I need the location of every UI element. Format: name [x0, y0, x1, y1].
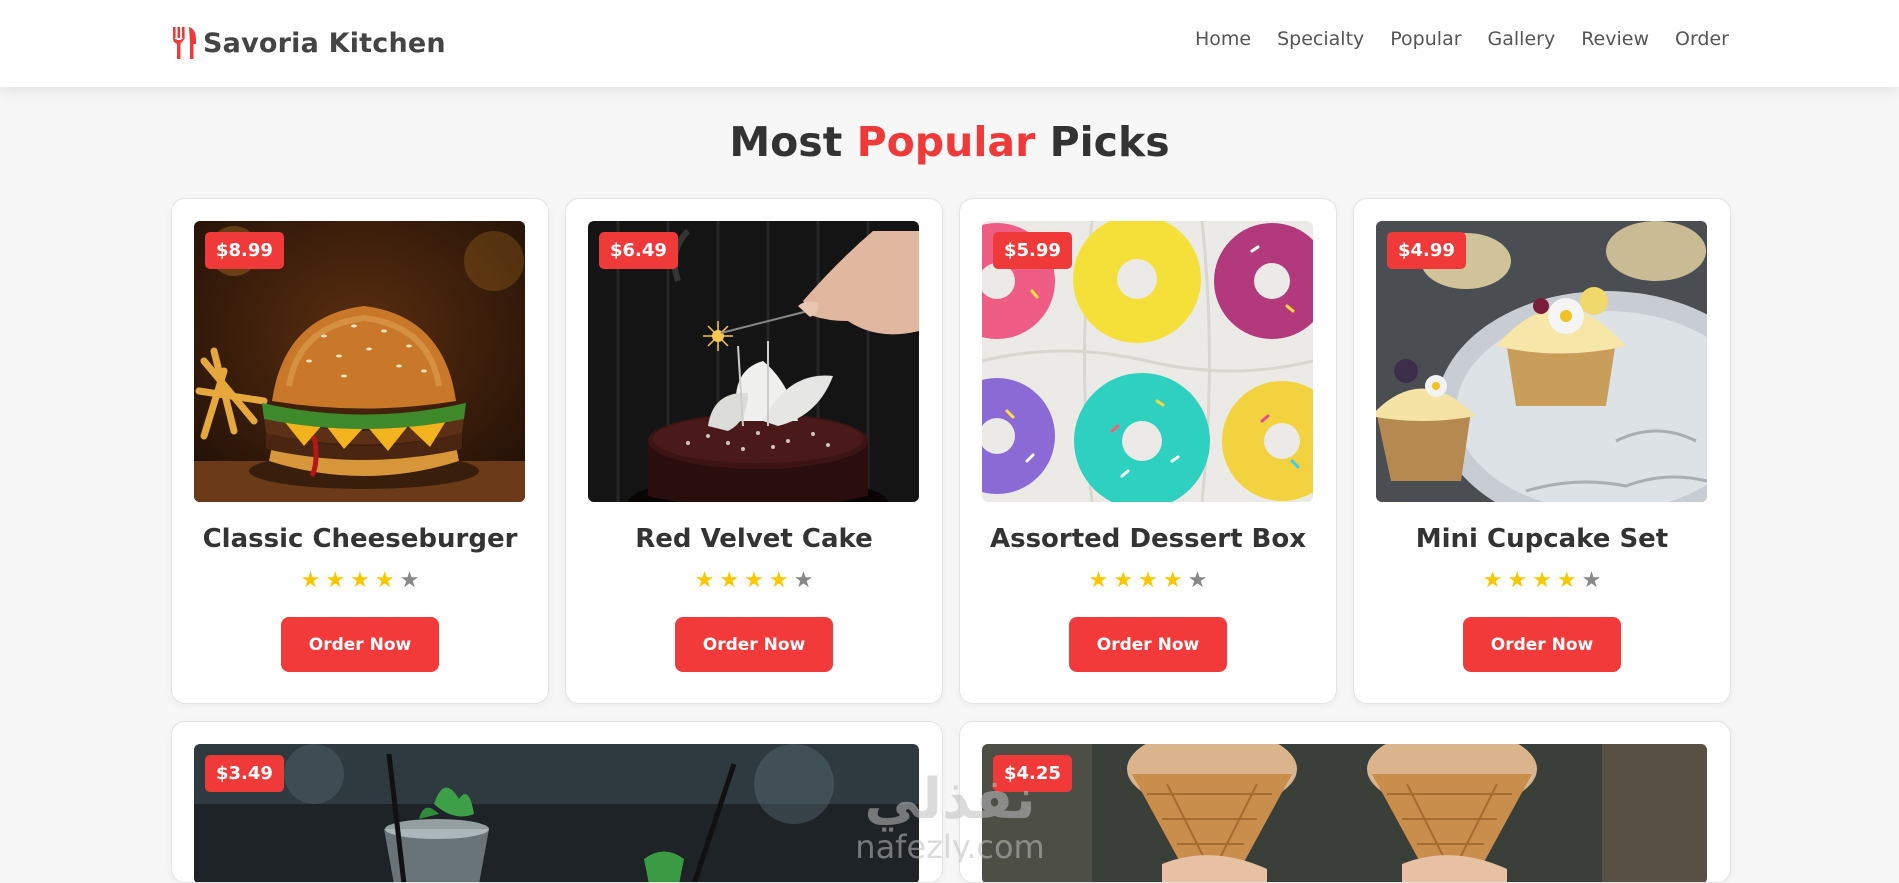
price-badge: $6.49: [599, 232, 678, 269]
main-nav: Home Specialty Popular Gallery Review Or…: [1195, 28, 1729, 50]
star-rating: ★ ★ ★ ★ ★: [172, 569, 548, 593]
brand-name: Savoria Kitchen: [203, 27, 446, 59]
item-name: Red Velvet Cake: [635, 524, 873, 554]
star-icon: ★: [1507, 568, 1528, 593]
menu-card-cheeseburger: $8.99 Classic Cheeseburger ★ ★ ★ ★ ★ Ord…: [171, 198, 549, 704]
star-empty-icon: ★: [1187, 568, 1208, 593]
star-empty-icon: ★: [793, 568, 814, 593]
price-badge: $5.99: [993, 232, 1072, 269]
title-word-picks: Picks: [1049, 118, 1170, 166]
star-icon: ★: [374, 568, 395, 593]
title-word-popular: Popular: [856, 118, 1036, 166]
star-icon: ★: [1113, 568, 1134, 593]
food-image-donuts: $5.99: [982, 221, 1313, 502]
utensils-icon: [173, 27, 196, 59]
price-badge: $8.99: [205, 232, 284, 269]
item-name: Classic Cheeseburger: [202, 524, 518, 554]
menu-card-assorted-dessert-box: $5.99 Assorted Dessert Box ★ ★ ★ ★ ★ Ord…: [959, 198, 1337, 704]
star-icon: ★: [744, 568, 764, 593]
nav-review[interactable]: Review: [1581, 28, 1649, 50]
menu-card-red-velvet-cake: $6.49 Red Velvet Cake ★ ★ ★ ★ ★ Order No…: [565, 198, 943, 704]
star-rating: ★ ★ ★ ★ ★: [960, 569, 1336, 593]
star-empty-icon: ★: [1581, 568, 1602, 593]
nav-specialty[interactable]: Specialty: [1277, 28, 1364, 50]
star-icon: ★: [694, 568, 715, 593]
price-badge: $4.25: [993, 755, 1072, 792]
food-image-cake: $6.49: [588, 221, 919, 502]
order-now-button[interactable]: Order Now: [675, 617, 833, 672]
star-icon: ★: [1162, 568, 1183, 593]
order-now-button[interactable]: Order Now: [1069, 617, 1227, 672]
star-icon: ★: [768, 568, 789, 593]
star-icon: ★: [350, 568, 370, 593]
nav-order[interactable]: Order: [1675, 28, 1729, 50]
item-name: Mini Cupcake Set: [1415, 524, 1669, 554]
food-image-drinks: $3.49: [194, 744, 919, 882]
title-word-most: Most: [729, 118, 843, 166]
star-icon: ★: [300, 568, 321, 593]
menu-card-ice-cream: $4.25: [959, 721, 1731, 883]
section-title: Most Popular Picks: [0, 118, 1899, 166]
star-icon: ★: [1482, 568, 1503, 593]
food-image-cupcakes: $4.99: [1376, 221, 1707, 502]
star-empty-icon: ★: [399, 568, 420, 593]
star-rating: ★ ★ ★ ★ ★: [566, 569, 942, 593]
nav-gallery[interactable]: Gallery: [1488, 28, 1556, 50]
star-rating: ★ ★ ★ ★ ★: [1354, 569, 1730, 593]
brand-logo[interactable]: Savoria Kitchen: [171, 22, 446, 64]
order-now-button[interactable]: Order Now: [1463, 617, 1621, 672]
price-badge: $3.49: [205, 755, 284, 792]
star-icon: ★: [325, 568, 346, 593]
food-image-cheeseburger: $8.99: [194, 221, 525, 502]
item-name: Assorted Dessert Box: [989, 524, 1307, 554]
price-badge: $4.99: [1387, 232, 1466, 269]
star-icon: ★: [1138, 568, 1158, 593]
order-now-button[interactable]: Order Now: [281, 617, 439, 672]
food-image-ice-cream: $4.25: [982, 744, 1707, 882]
star-icon: ★: [1556, 568, 1577, 593]
star-icon: ★: [1088, 568, 1109, 593]
navbar: Savoria Kitchen Home Specialty Popular G…: [0, 0, 1899, 87]
menu-card-mini-cupcake-set: $4.99 Mini Cupcake Set ★ ★ ★ ★ ★ Order N…: [1353, 198, 1731, 704]
menu-card-drink: $3.49: [171, 721, 943, 883]
star-icon: ★: [719, 568, 740, 593]
nav-home[interactable]: Home: [1195, 28, 1251, 50]
nav-popular[interactable]: Popular: [1390, 28, 1461, 50]
star-icon: ★: [1532, 568, 1552, 593]
